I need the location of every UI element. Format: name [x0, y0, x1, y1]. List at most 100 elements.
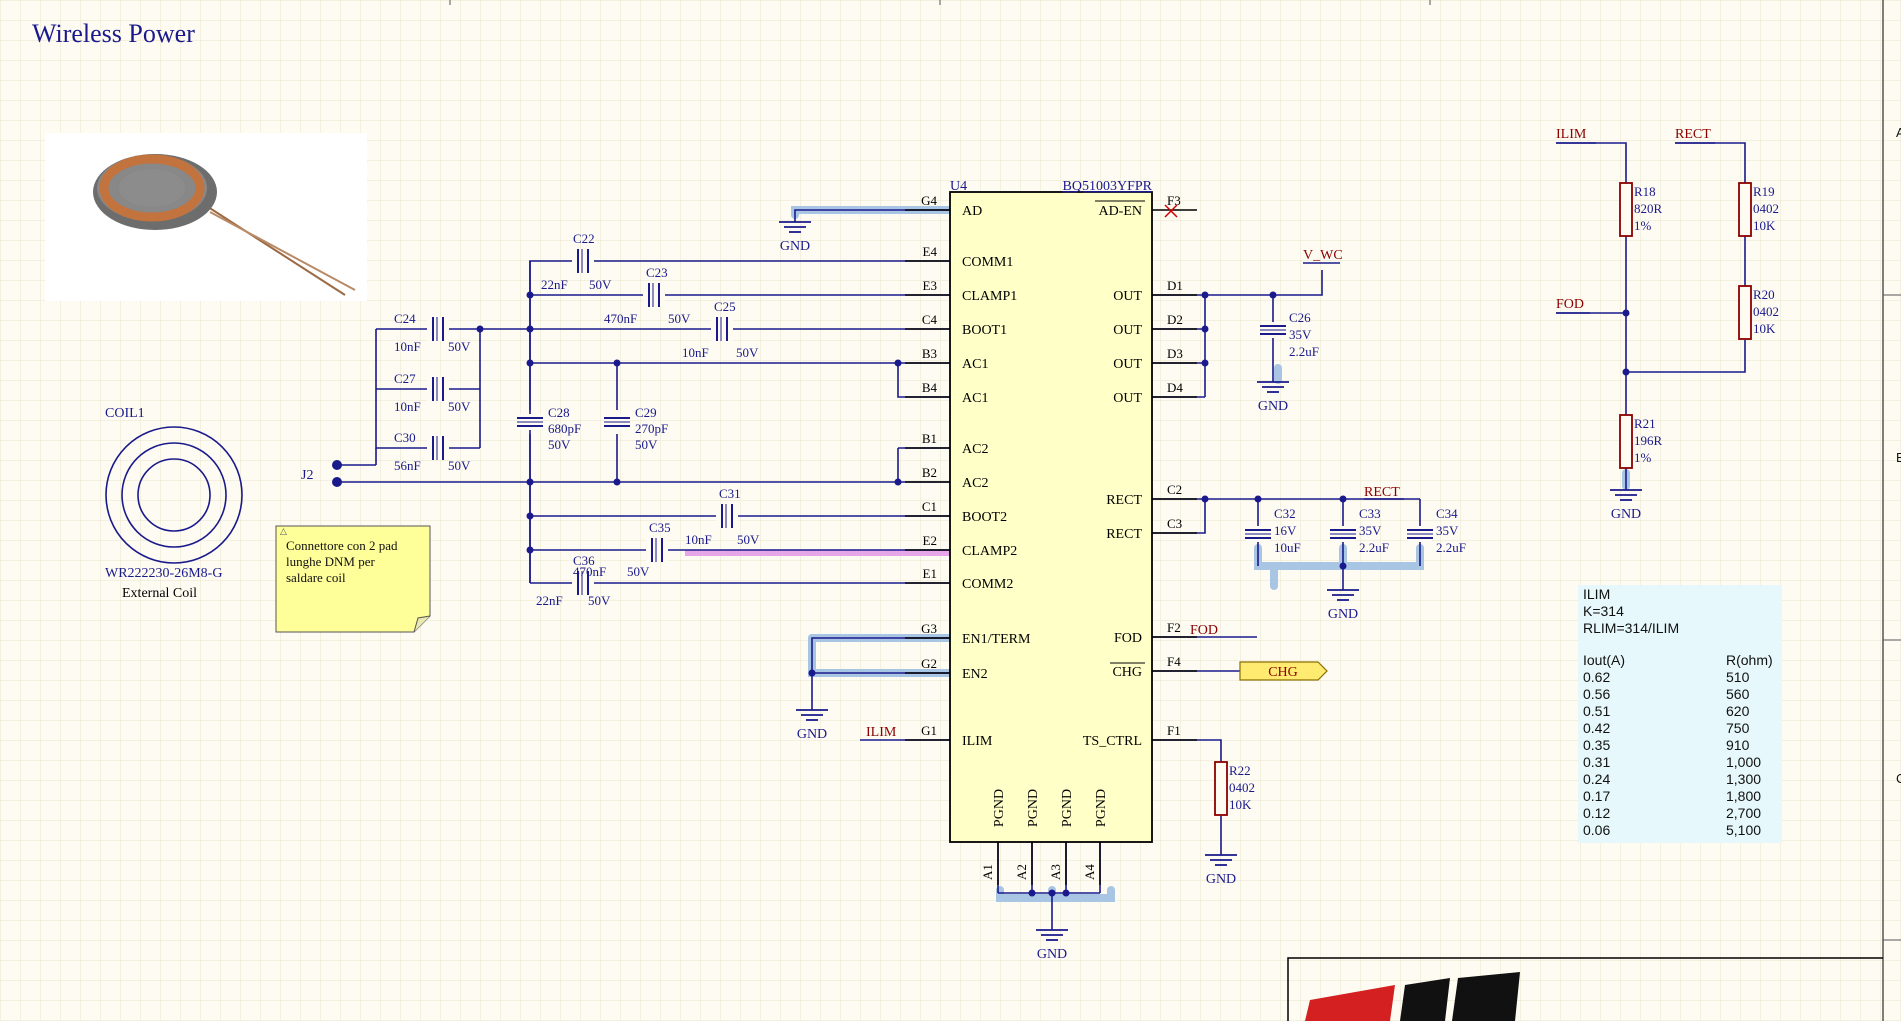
capacitor-value: 56nF	[394, 458, 421, 473]
u4-pin-number: C4	[922, 312, 938, 327]
u4-pin-name: AC2	[962, 442, 988, 457]
u4-pin-name: PGND	[1026, 789, 1041, 827]
capacitor-ref: C23	[646, 265, 668, 280]
note-line-2: lunghe DNM per	[286, 554, 375, 569]
ilim-table-r: 510	[1726, 669, 1750, 685]
ilim-table-r: 5,100	[1726, 822, 1761, 838]
u4-pin-number: B1	[922, 431, 937, 446]
resistor-line2: 10K	[1753, 321, 1776, 336]
u4-pin-name: OUT	[1113, 391, 1142, 406]
u4-pin-name: RECT	[1106, 527, 1142, 542]
u4-part: BQ51003YFPR	[1063, 179, 1153, 194]
capacitor-voltage: 50V	[635, 437, 658, 452]
capacitor-ref: C33	[1359, 506, 1381, 521]
net-ilim: ILIM	[866, 725, 897, 740]
resistor-line2: 1%	[1634, 450, 1652, 465]
capacitor-value: 35V	[1289, 327, 1312, 342]
capacitor-value: 35V	[1436, 523, 1459, 538]
note-line-3: saldare coil	[286, 570, 346, 585]
ilim-table-header-iout: Iout(A)	[1583, 652, 1625, 668]
capacitor-ref: C34	[1436, 506, 1458, 521]
resistor-line1: 0402	[1753, 304, 1779, 319]
u4-pin-number: G2	[921, 656, 937, 671]
u4-pin-name: RECT	[1106, 493, 1142, 508]
u4-pin-number: E3	[923, 278, 937, 293]
schematic-sheet[interactable]: A B C Wireless Power U4 BQ51003YFPR G4AD…	[0, 0, 1901, 1021]
u4-pin-number: F2	[1167, 620, 1181, 635]
u4-pin-number: B4	[922, 380, 938, 395]
u4-pin-number: E4	[923, 244, 938, 259]
capacitor-voltage: 50V	[668, 311, 691, 326]
chg-port[interactable]: CHG	[1239, 661, 1328, 681]
ilim-table-iout: 0.17	[1583, 788, 1610, 804]
u4-pin-name: PGND	[992, 789, 1007, 827]
ilim-table-iout: 0.56	[1583, 686, 1610, 702]
ilim-table-iout: 0.12	[1583, 805, 1610, 821]
u4-pin-name: AC1	[962, 357, 988, 372]
capacitor-voltage: 50V	[736, 345, 759, 360]
ground-label: GND	[1328, 607, 1358, 622]
sticky-note[interactable]: △ Connettore con 2 pad lunghe DNM per sa…	[275, 525, 431, 633]
capacitor-voltage: 50V	[548, 437, 571, 452]
capacitor-value: 22nF	[536, 593, 563, 608]
u4-pin-name: COMM1	[962, 255, 1013, 270]
ilim-table-iout: 0.42	[1583, 720, 1610, 736]
capacitor-value: 35V	[1359, 523, 1382, 538]
ground-label: GND	[1258, 399, 1288, 414]
u4-pin-name: EN2	[962, 667, 988, 682]
net-rect-top: RECT	[1675, 127, 1711, 142]
sheet-title: Wireless Power	[32, 19, 195, 48]
resistor-r20[interactable]: R20 0402 10K	[1738, 285, 1779, 340]
u4-pin-name: BOOT1	[962, 323, 1007, 338]
ilim-table-k: K=314	[1583, 603, 1624, 619]
u4-pin-number: B2	[922, 465, 937, 480]
u4-pin-number: A4	[1082, 864, 1097, 880]
ilim-table-iout: 0.62	[1583, 669, 1610, 685]
ilim-table-r: 620	[1726, 703, 1750, 719]
capacitor-value: 10nF	[394, 339, 421, 354]
u4-pin-number: D2	[1167, 312, 1183, 327]
capacitor-c31[interactable]: C31	[716, 486, 741, 528]
capacitor-value: 270pF	[635, 421, 668, 436]
ground-label: GND	[780, 239, 810, 254]
resistor-r19[interactable]: R19 0402 10K	[1738, 182, 1779, 237]
u4-pin-name: CLAMP1	[962, 289, 1017, 304]
resistor-line1: 196R	[1634, 433, 1663, 448]
ilim-table-r: 560	[1726, 686, 1750, 702]
resistor-line2: 1%	[1634, 218, 1652, 233]
capacitor-voltage: 2.2uF	[1436, 540, 1466, 555]
u4-pin-name: AC1	[962, 391, 988, 406]
u4-pin-name: AD-EN	[1098, 204, 1142, 219]
resistor-ref: R22	[1229, 763, 1251, 778]
capacitor-ref: C22	[573, 231, 595, 246]
ilim-table-title: ILIM	[1583, 586, 1610, 602]
u4-pin-number: A3	[1048, 864, 1063, 880]
u4-pin-number: C2	[1167, 482, 1182, 497]
capacitor-value: 22nF	[541, 277, 568, 292]
capacitor-ref: C24	[394, 311, 416, 326]
capacitor-ref: C29	[635, 405, 657, 420]
resistor-r22[interactable]: R22 0402 10K	[1214, 761, 1255, 816]
resistor-ref: R18	[1634, 184, 1656, 199]
j2-ref: J2	[301, 468, 313, 483]
u4-pin-number: D4	[1167, 380, 1183, 395]
u4-pin-number: A2	[1014, 864, 1029, 880]
u4-pin-number: F3	[1167, 193, 1181, 208]
coil-part: WR222230-26M8-G	[105, 566, 222, 581]
capacitor-voltage: 50V	[588, 593, 611, 608]
ground-label: GND	[1037, 947, 1067, 962]
capacitor-ref: C30	[394, 430, 416, 445]
coil-desc: External Coil	[122, 586, 197, 601]
net-rect-c33: RECT	[1364, 485, 1400, 500]
capacitor-value: 10nF	[685, 532, 712, 547]
capacitor-ref: C28	[548, 405, 570, 420]
u4-pin-number: G1	[921, 723, 937, 738]
resistor-line1: 0402	[1753, 201, 1779, 216]
capacitor-value: 470nF	[573, 564, 606, 579]
resistor-line1: 0402	[1229, 780, 1255, 795]
capacitor-ref: C31	[719, 486, 741, 501]
u4-pin-number: C3	[1167, 516, 1182, 531]
net-chg: CHG	[1268, 665, 1298, 680]
capacitor-voltage: 50V	[448, 399, 471, 414]
resistor-ref: R19	[1753, 184, 1775, 199]
